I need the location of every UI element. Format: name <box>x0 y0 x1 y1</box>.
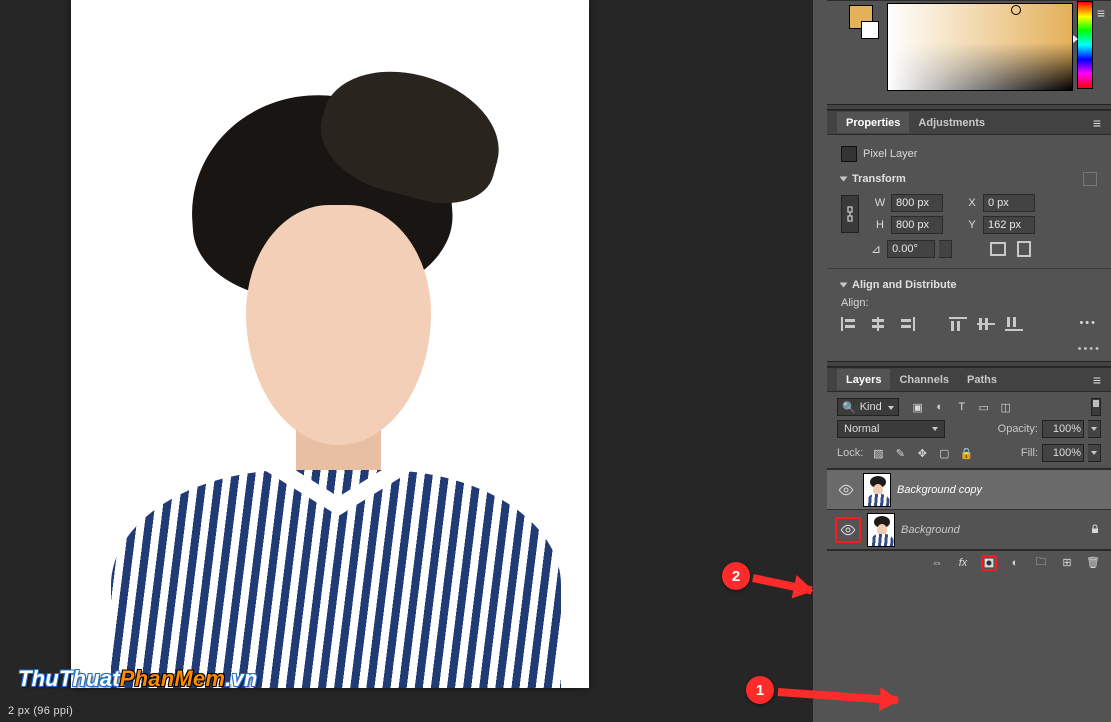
lock-position-icon[interactable]: ✥ <box>915 446 929 460</box>
document-canvas[interactable] <box>71 0 589 688</box>
add-mask-icon[interactable] <box>981 555 997 571</box>
layers-panel: Layers Channels Paths ≡ 🔍 Kind ▣ ◐ T <box>827 367 1111 574</box>
callout-badge-2: 2 <box>722 562 750 590</box>
rotate-icon: ⊿ <box>871 242 881 256</box>
hue-slider-handle[interactable] <box>1073 35 1078 43</box>
delete-layer-icon[interactable]: 🗑 <box>1085 555 1101 571</box>
panel-menu-icon[interactable]: ≡ <box>1097 5 1105 21</box>
align-right-icon[interactable] <box>897 317 915 331</box>
opacity-field[interactable] <box>1042 420 1084 438</box>
panel-menu-icon[interactable]: ≡ <box>1083 372 1111 388</box>
color-panel: ≡ <box>827 0 1111 104</box>
new-group-icon[interactable]: 🗀 <box>1033 555 1049 571</box>
status-bar: 2 px (96 ppi) <box>0 702 813 722</box>
tab-properties[interactable]: Properties <box>837 112 909 133</box>
rotation-dropdown[interactable] <box>939 240 952 258</box>
filter-type-icon[interactable]: T <box>955 400 969 414</box>
flip-horizontal-icon[interactable] <box>990 242 1006 256</box>
canvas-area[interactable]: ThuThuatPhanMem.vn 2 px (96 ppi) 2 1 <box>0 0 813 722</box>
height-field[interactable] <box>891 216 943 234</box>
y-label: Y <box>965 219 979 231</box>
layer-thumbnail[interactable] <box>863 473 891 507</box>
layer-row[interactable]: Background copy <box>827 469 1111 509</box>
lock-image-icon[interactable]: ✎ <box>893 446 907 460</box>
tab-layers[interactable]: Layers <box>837 369 890 390</box>
properties-panel: Properties Adjustments ≡ Pixel Layer Tra… <box>827 110 1111 361</box>
layers-toolbar: ⇔ fx ◐ 🗀 ⊞ 🗑 <box>827 550 1111 574</box>
layer-type-label: Pixel Layer <box>863 148 917 160</box>
flip-vertical-icon[interactable] <box>1017 241 1031 257</box>
transform-reset-icon[interactable] <box>1083 172 1097 186</box>
rotation-field[interactable] <box>887 240 935 258</box>
new-layer-icon[interactable]: ⊞ <box>1059 555 1075 571</box>
tab-adjustments[interactable]: Adjustments <box>909 112 994 133</box>
lock-label: Lock: <box>837 447 863 459</box>
layer-name[interactable]: Background copy <box>897 484 1103 496</box>
color-picker-cursor[interactable] <box>1011 5 1021 15</box>
hue-slider[interactable] <box>1077 1 1093 89</box>
fill-field[interactable] <box>1042 444 1084 462</box>
section-align[interactable]: Align and Distribute <box>841 279 1097 291</box>
color-field[interactable] <box>887 3 1073 91</box>
w-label: W <box>873 197 887 209</box>
align-left-icon[interactable] <box>841 317 859 331</box>
layer-thumbnail[interactable] <box>867 513 895 547</box>
search-icon: 🔍 <box>842 401 856 414</box>
align-hcenter-icon[interactable] <box>869 317 887 331</box>
opacity-label: Opacity: <box>998 423 1038 435</box>
section-transform[interactable]: Transform <box>841 172 1097 186</box>
layer-row[interactable]: Background <box>827 509 1111 549</box>
filter-adjust-icon[interactable]: ◐ <box>933 400 947 414</box>
layer-filter-kind-dropdown[interactable]: 🔍 Kind <box>837 398 899 416</box>
document-info: 2 px (96 ppi) <box>8 705 73 717</box>
filter-pixel-icon[interactable]: ▣ <box>911 400 925 414</box>
x-label: X <box>965 197 979 209</box>
lock-artboard-icon[interactable]: ▢ <box>937 446 951 460</box>
fill-label: Fill: <box>1021 447 1038 459</box>
watermark-part3: .vn <box>225 666 257 691</box>
link-layers-icon[interactable]: ⇔ <box>929 555 945 571</box>
panel-menu-icon[interactable]: ≡ <box>1083 115 1111 131</box>
pixel-layer-icon <box>841 146 857 162</box>
watermark: ThuThuatPhanMem.vn <box>18 666 258 692</box>
align-vcenter-icon[interactable] <box>977 317 995 331</box>
background-swatch[interactable] <box>861 21 879 39</box>
adjustment-layer-icon[interactable]: ◐ <box>1007 555 1023 571</box>
filter-shape-icon[interactable]: ▭ <box>977 400 991 414</box>
layer-visibility-toggle[interactable] <box>835 479 857 501</box>
callout-badge-1: 1 <box>746 676 774 704</box>
layer-list: Background copy Background <box>827 468 1111 550</box>
layer-fx-icon[interactable]: fx <box>955 555 971 571</box>
lock-icon <box>1089 523 1103 537</box>
y-field[interactable] <box>983 216 1035 234</box>
tab-channels[interactable]: Channels <box>890 369 958 390</box>
lock-all-icon[interactable]: 🔒 <box>959 446 973 460</box>
link-dimensions-icon[interactable] <box>841 195 859 233</box>
align-bottom-icon[interactable] <box>1005 317 1023 331</box>
width-field[interactable] <box>891 194 943 212</box>
watermark-part2: PhanMem <box>120 666 225 691</box>
layer-name[interactable]: Background <box>901 524 1083 536</box>
opacity-dropdown[interactable] <box>1088 420 1101 438</box>
layer-filter-toggle[interactable] <box>1091 398 1101 416</box>
align-top-icon[interactable] <box>949 317 967 331</box>
photo-content <box>71 0 589 688</box>
watermark-part1: ThuThuat <box>18 666 120 691</box>
tab-paths[interactable]: Paths <box>958 369 1006 390</box>
align-more-icon[interactable]: ••• <box>1079 317 1097 331</box>
h-label: H <box>873 219 887 231</box>
blend-mode-dropdown[interactable]: Normal <box>837 420 945 438</box>
filter-smart-icon[interactable]: ◫ <box>999 400 1013 414</box>
x-field[interactable] <box>983 194 1035 212</box>
align-label: Align: <box>841 297 1097 309</box>
layer-visibility-toggle[interactable] <box>837 519 859 541</box>
lock-transparent-icon[interactable]: ▨ <box>871 446 885 460</box>
panel-overflow-icon[interactable]: •••• <box>1078 343 1101 355</box>
callout-arrow-2 <box>752 574 812 594</box>
fill-dropdown[interactable] <box>1088 444 1101 462</box>
